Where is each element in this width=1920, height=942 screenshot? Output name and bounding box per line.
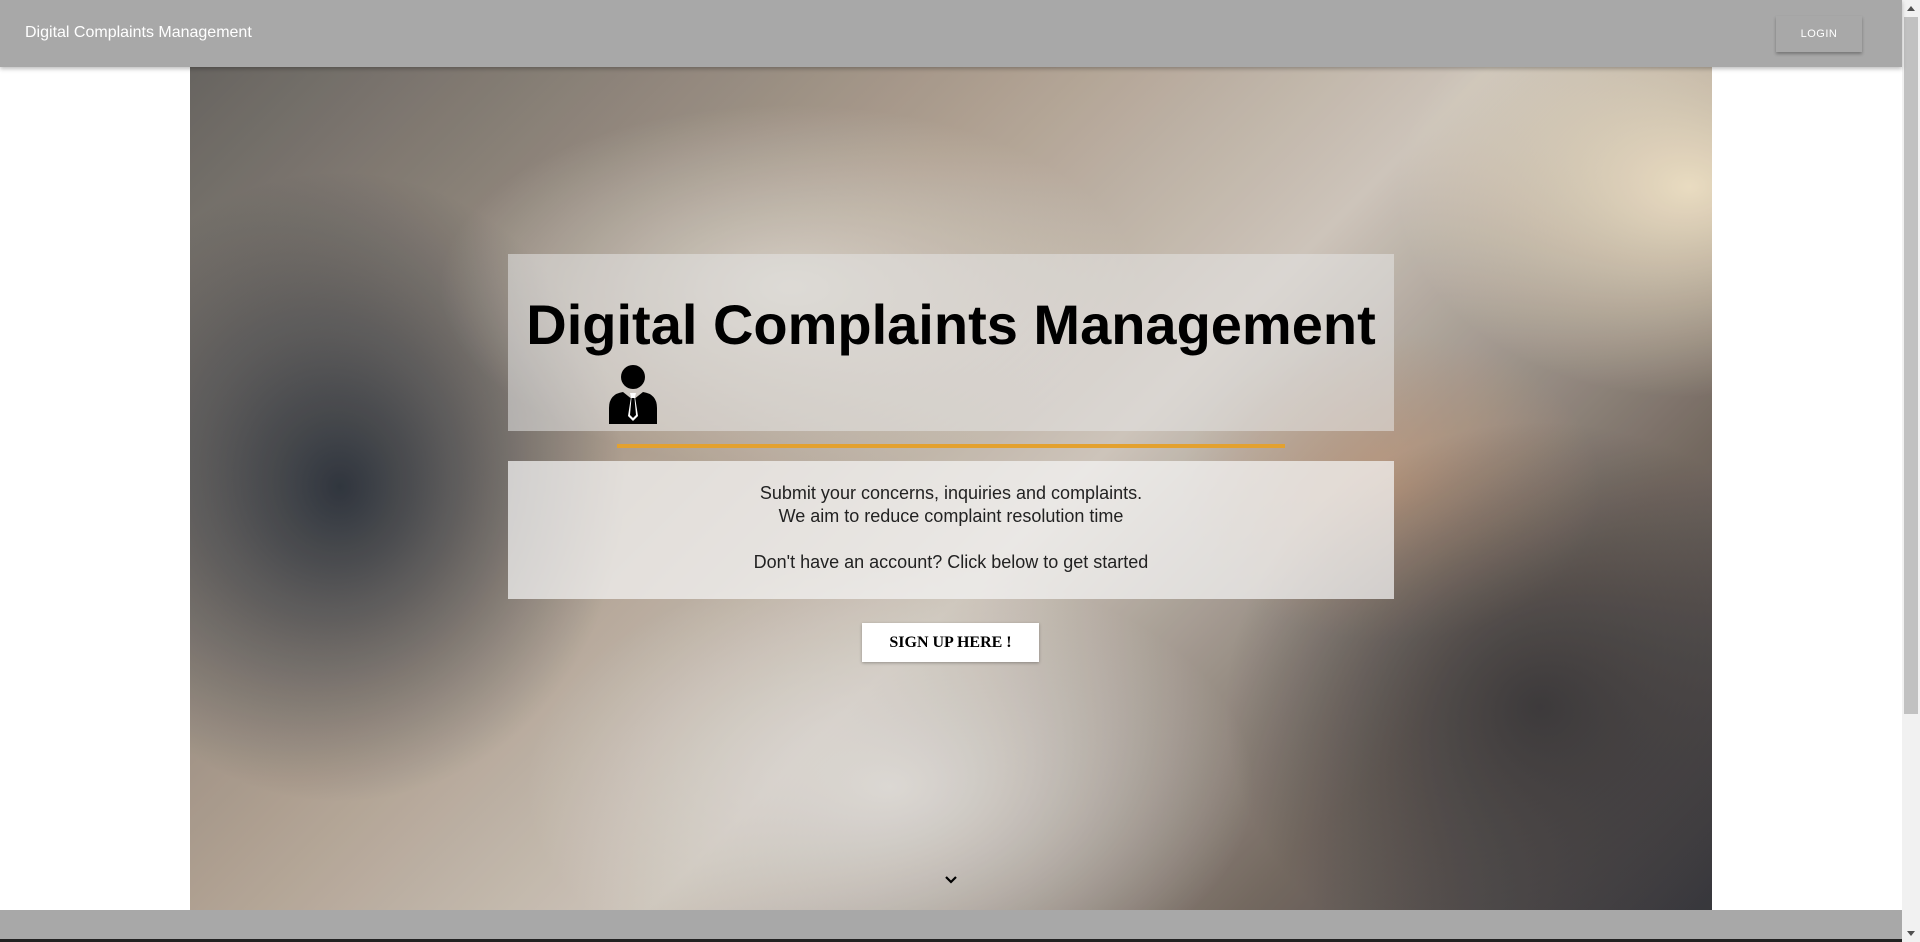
footer-bar [0,910,1902,942]
hero-section: Digital Complaints Management Submit you… [190,67,1712,910]
app-title[interactable]: Digital Complaints Management [25,24,252,42]
hero-title: Digital Complaints Management [526,293,1376,356]
info-line-resolution: We aim to reduce complaint resolution ti… [778,506,1124,526]
info-line-signup-prompt: Don't have an account? Click below to ge… [753,552,1149,572]
page: Digital Complaints Management LOGIN Digi… [0,0,1920,942]
user-tie-icon [609,365,657,424]
top-navigation-bar: Digital Complaints Management LOGIN [0,0,1902,67]
signup-button[interactable]: SIGN UP HERE ! [862,623,1039,662]
info-line-concerns: Submit your concerns, inquiries and comp… [759,483,1143,503]
vertical-scrollbar[interactable] [1902,0,1920,942]
accent-divider [617,444,1285,448]
chevron-down-icon[interactable] [944,875,958,885]
scrollbar-thumb[interactable] [1904,17,1918,714]
info-panel: Submit your concerns, inquiries and comp… [508,461,1394,599]
login-button[interactable]: LOGIN [1776,16,1862,52]
scroll-down-icon[interactable] [1907,931,1915,936]
scroll-up-icon[interactable] [1907,6,1915,11]
